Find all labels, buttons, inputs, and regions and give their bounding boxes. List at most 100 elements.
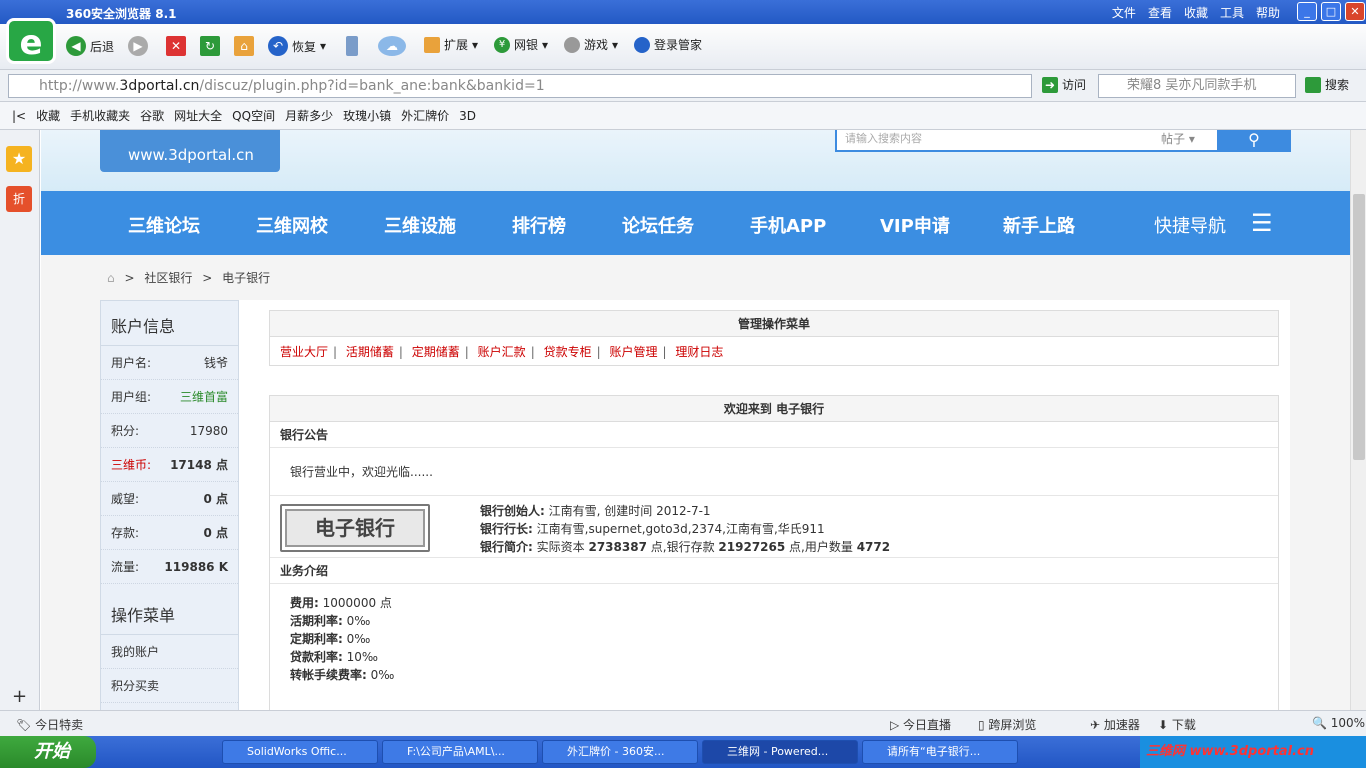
site-logo[interactable]: www.3dportal.cn [100,130,280,172]
cross-screen[interactable]: ▯ 跨屏浏览 [978,716,1036,733]
system-tray: 三维网 www.3dportal.cn [1140,736,1366,768]
link-finance-log[interactable]: 理财日志 [675,345,723,359]
grid-icon [424,36,440,53]
menu-help[interactable]: 帮助 [1256,4,1280,21]
menu-tools[interactable]: 工具 [1220,4,1244,21]
bookmark-mobile[interactable]: 手机收藏夹 [70,107,130,124]
forward-button[interactable]: ▶ [128,36,148,56]
manage-menu-title: 管理操作菜单 [270,311,1278,337]
accelerator[interactable]: ✈ 加速器 [1090,716,1140,733]
search-type-select[interactable]: 帖子 ▾ [1161,130,1195,147]
stop-icon: ✕ [166,36,186,56]
operations-title: 操作菜单 [101,590,238,635]
nav-newbie[interactable]: 新手上路 [1003,212,1075,238]
task-ebank[interactable]: 请所有“电子银行... [862,740,1018,764]
bookmark-salary[interactable]: 月薪多少 [285,107,333,124]
bank-button[interactable]: ¥ 网银 ▾ [494,36,548,53]
maximize-button[interactable]: □ [1321,2,1341,21]
nav-forum[interactable]: 三维论坛 [128,212,200,238]
phone-button[interactable] [346,36,358,56]
list-icon[interactable]: ☰ [1251,209,1273,237]
download[interactable]: ⬇ 下载 [1158,716,1196,733]
nav-tasks[interactable]: 论坛任务 [622,212,694,238]
menu-my-account[interactable]: 我的账户 [101,635,238,669]
minimize-button[interactable]: _ [1297,2,1317,21]
menu-favorites[interactable]: 收藏 [1184,4,1208,21]
task-explorer[interactable]: F:\公司产品\AML\... [382,740,538,764]
browser-menu: 文件 查看 收藏 工具 帮助 [1112,4,1280,21]
extensions-button[interactable]: 扩展 ▾ [424,36,478,53]
login-manager-button[interactable]: 登录管家 [634,36,702,53]
close-button[interactable]: ✕ [1345,2,1365,21]
bookmark-google[interactable]: 谷歌 [140,107,164,124]
menu-points-trade[interactable]: 积分买卖 [101,669,238,703]
rates-list: 费用: 1000000 点 活期利率: 0‰ 定期利率: 0‰ 贷款利率: 10… [290,596,395,682]
task-forex[interactable]: 外汇牌价 - 360安... [542,740,698,764]
bookmark-qzone[interactable]: QQ空间 [232,107,275,124]
link-loans[interactable]: 贷款专柜 [544,345,592,359]
nav-school[interactable]: 三维网校 [256,212,328,238]
home-button[interactable]: ⌂ [234,36,254,56]
link-lobby[interactable]: 营业大厅 [280,345,328,359]
task-solidworks[interactable]: SolidWorks Offic... [222,740,378,764]
menu-view[interactable]: 查看 [1148,4,1172,21]
stop-button[interactable]: ✕ [166,36,186,56]
games-button[interactable]: 游戏 ▾ [564,36,618,53]
breadcrumb-community-bank[interactable]: 社区银行 [144,271,192,285]
nav-quick[interactable]: 快捷导航 [1154,212,1226,238]
bookmark-favorites[interactable]: 收藏 [36,107,60,124]
zoom-level[interactable]: 🔍 100% [1312,716,1365,730]
nav-ranking[interactable]: 排行榜 [512,212,566,238]
nav-app[interactable]: 手机APP [750,212,826,238]
url-input[interactable]: http://www.3dportal.cn/discuz/plugin.php… [8,74,1032,98]
today-live[interactable]: ▷ 今日直播 [890,716,951,733]
cloud-button[interactable]: ☁ [378,36,406,56]
visit-button[interactable]: ➜ 访问 [1042,76,1086,93]
star-icon[interactable]: ★ [6,146,32,172]
back-button[interactable]: ◀ 后退 [66,36,114,56]
link-remittance[interactable]: 账户汇款 [478,345,526,359]
breadcrumb: ⌂ > 社区银行 > 电子银行 [107,271,271,285]
phone-icon [346,36,358,56]
task-3dportal[interactable]: 三维网 - Powered... [702,740,858,764]
browser-search-button[interactable]: 搜索 [1305,76,1349,93]
link-current-savings[interactable]: 活期储蓄 [346,345,394,359]
page-scrollbar[interactable] [1350,130,1366,710]
bookmark-rose[interactable]: 玫瑰小镇 [343,107,391,124]
add-icon[interactable]: + [12,686,27,707]
taskbar: 开始 SolidWorks Offic... F:\公司产品\AML\... 外… [0,736,1366,768]
link-fixed-savings[interactable]: 定期储蓄 [412,345,460,359]
gamepad-icon [564,36,580,53]
account-sidebar: 账户信息 用户名: 钱爷 用户组: 三维首富 积分: 17980 三维币: 17148 … [100,300,239,710]
account-row: 存款: 0 点 [101,516,238,550]
bookmark-3d[interactable]: 3D [459,109,476,123]
restore-button[interactable]: ↶ 恢复 ▾ [268,36,326,56]
bank-details: 银行创始人: 江南有雪, 创建时间 2012-7-1 银行行长: 江南有雪,su… [480,504,891,554]
home-icon[interactable]: ⌂ [107,271,115,285]
start-button[interactable]: 开始 [0,736,96,768]
status-bar: 🏷 今日特卖 ▷ 今日直播 ▯ 跨屏浏览 ✈ 加速器 ⬇ 下载 🔍 100% [0,710,1366,736]
bookmarks-toggle-icon[interactable]: |< [12,109,26,123]
menu-file[interactable]: 文件 [1112,4,1136,21]
link-account-mgmt[interactable]: 账户管理 [609,345,657,359]
welcome-title: 欢迎来到 电子银行 [270,396,1278,422]
breadcrumb-ebank[interactable]: 电子银行 [222,271,270,285]
title-bar: 360安全浏览器 8.1 文件 查看 收藏 工具 帮助 _ □ ✕ [0,0,1366,24]
refresh-button[interactable]: ↻ [200,36,220,56]
bank-main: 管理操作菜单 营业大厅 | 活期储蓄 | 定期储蓄 | 账户汇款 | 贷款专柜 | 账户管… [239,300,1290,710]
site-nav: 三维论坛 三维网校 三维设施 排行榜 论坛任务 手机APP VIP申请 新手上路… [41,191,1350,255]
nav-vip[interactable]: VIP申请 [880,212,950,238]
magnifier-icon [1305,76,1321,93]
site-search-button[interactable]: ⚲ [1217,130,1291,152]
manage-menu-links: 营业大厅 | 活期储蓄 | 定期储蓄 | 账户汇款 | 贷款专柜 | 账户管理 | 理财日志 [280,345,724,359]
bookmark-sites[interactable]: 网址大全 [174,107,222,124]
manage-menu-box: 管理操作菜单 营业大厅 | 活期储蓄 | 定期储蓄 | 账户汇款 | 贷款专柜 | 账户管… [269,310,1279,366]
account-row: 用户组: 三维首富 [101,380,238,414]
scrollbar-thumb[interactable] [1353,194,1365,460]
today-sale[interactable]: 🏷 今日特卖 [16,716,83,733]
nav-facilities[interactable]: 三维设施 [384,212,456,238]
discount-icon[interactable]: 折 [6,186,32,212]
bookmark-forex[interactable]: 外汇牌价 [401,107,449,124]
browser-search-input[interactable]: 荣耀8 吴亦凡同款手机 [1098,74,1296,98]
cloud-icon: ☁ [378,36,406,56]
